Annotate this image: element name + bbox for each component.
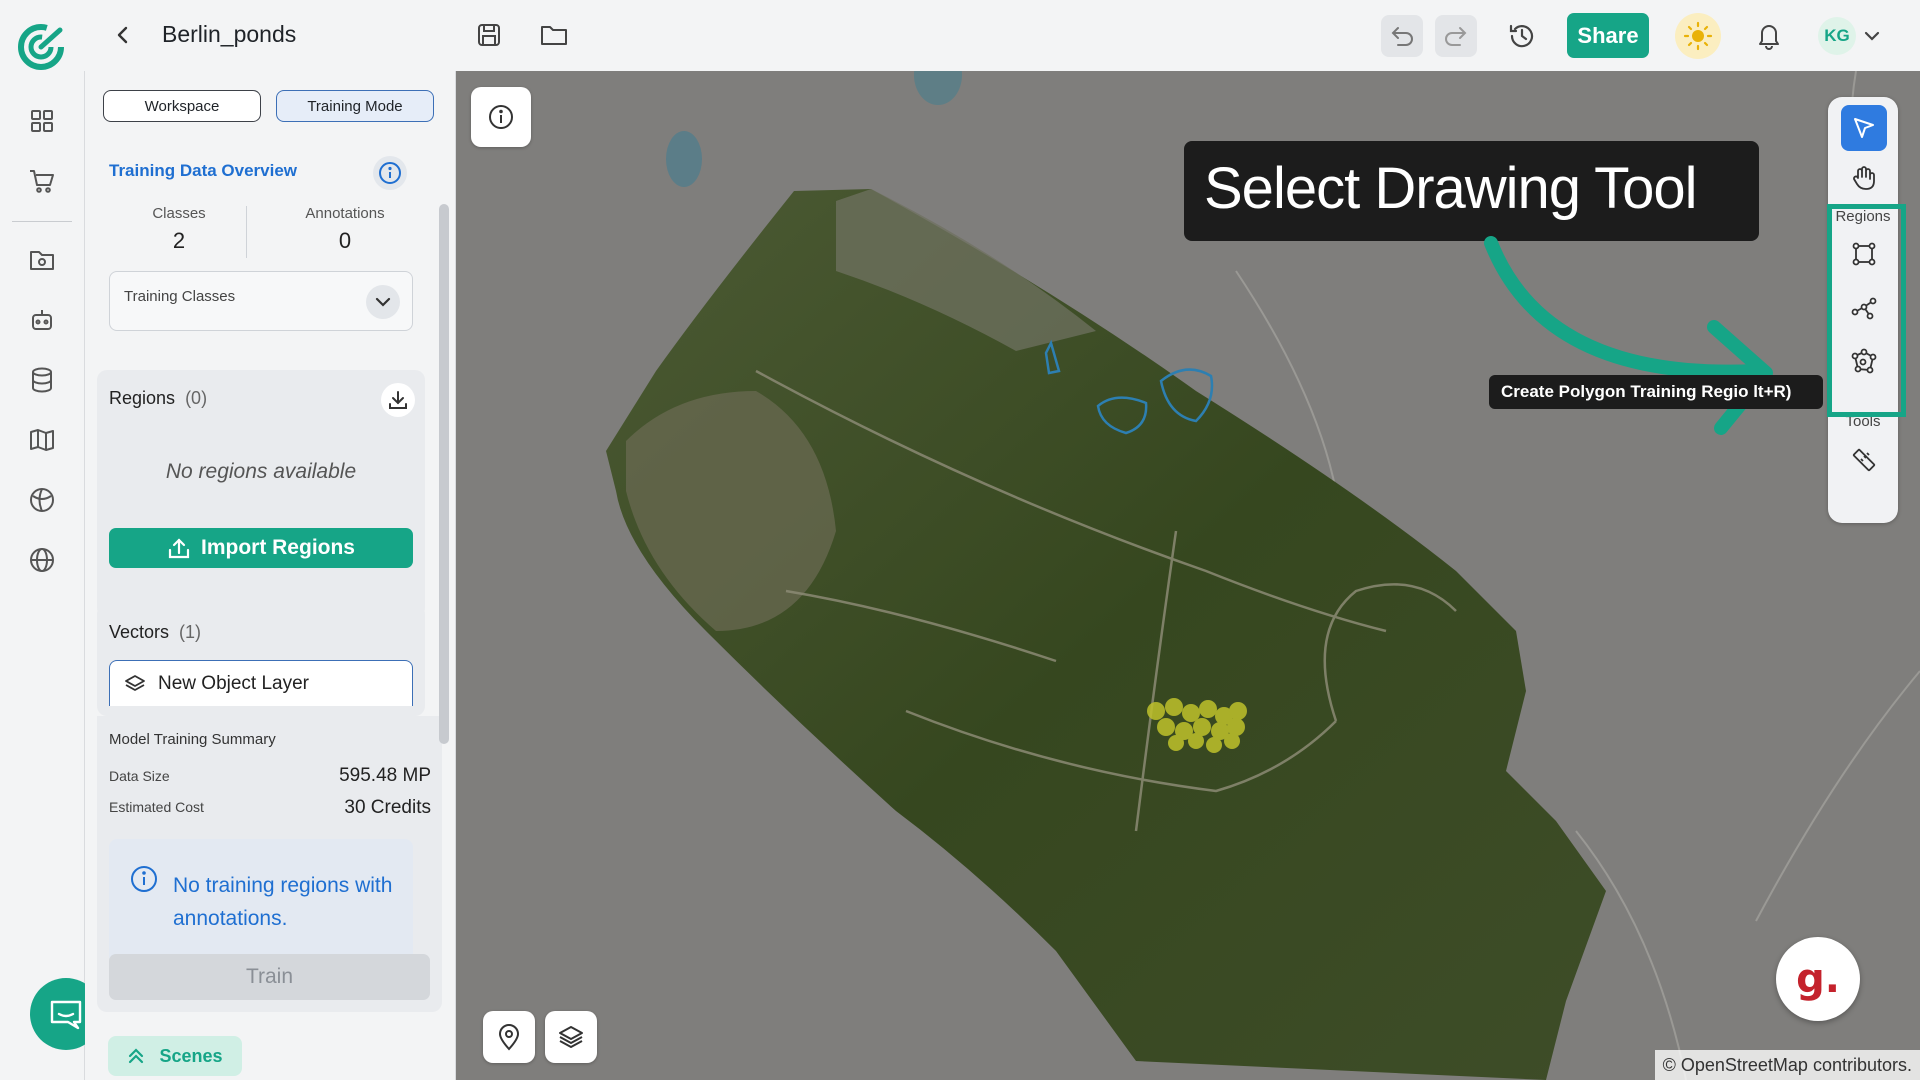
project-title: Berlin_ponds	[162, 21, 297, 47]
back-arrow-icon[interactable]	[108, 20, 138, 50]
regions-tools-highlight	[1827, 204, 1906, 417]
chat-icon	[48, 997, 84, 1031]
assistant-logo-text: g.	[1796, 956, 1840, 1002]
classes-label: Classes	[152, 205, 206, 222]
vectors-title: Vectors (1)	[109, 622, 201, 643]
panel-scrollbar[interactable]	[439, 204, 449, 744]
select-tool-button[interactable]	[1841, 105, 1887, 151]
ruler-icon	[1850, 446, 1878, 474]
chevron-down-icon[interactable]	[366, 285, 400, 319]
map-attribution[interactable]: © OpenStreetMap contributors.	[1654, 1050, 1920, 1080]
nav-rail	[0, 71, 85, 1080]
classes-value: 2	[172, 228, 186, 253]
double-chevron-up-icon	[127, 1047, 145, 1065]
globe-icon[interactable]	[26, 544, 58, 576]
avatar: KG	[1818, 17, 1856, 55]
sun-icon	[1683, 21, 1713, 51]
database-icon[interactable]	[26, 364, 58, 396]
robot-icon[interactable]	[26, 304, 58, 336]
bell-icon[interactable]	[1752, 18, 1786, 52]
notice-text: No training regions with annotations.	[173, 874, 393, 930]
nav-divider	[12, 221, 72, 222]
chevron-down-icon	[1864, 30, 1880, 42]
data-size-label: Data Size	[109, 768, 170, 784]
vectors-title-text: Vectors	[109, 622, 170, 642]
vectors-count: (1)	[179, 622, 202, 642]
training-classes-dropdown[interactable]: Training Classes	[109, 271, 413, 331]
regions-count: (0)	[185, 388, 208, 408]
stat-divider	[246, 206, 247, 258]
project-folder-icon[interactable]	[26, 244, 58, 276]
theme-toggle-button[interactable]	[1675, 13, 1721, 59]
map-icon[interactable]	[26, 424, 58, 456]
satellite-icon[interactable]	[26, 484, 58, 516]
info-icon	[130, 865, 158, 893]
scenes-button[interactable]: Scenes	[108, 1036, 242, 1076]
hand-icon	[1850, 164, 1878, 192]
polygon-tool-tooltip: Create Polygon Training Regio lt+R)	[1489, 375, 1823, 409]
workspace-mode-button[interactable]: Workspace	[103, 90, 261, 122]
no-regions-message: No regions available	[165, 460, 357, 483]
history-icon	[1507, 21, 1537, 51]
undo-button[interactable]	[1381, 15, 1423, 57]
training-classes-label: Training Classes	[124, 288, 236, 305]
cost-label: Estimated Cost	[109, 799, 204, 815]
regions-title: Regions (0)	[109, 388, 207, 409]
summary-title: Model Training Summary	[109, 731, 276, 748]
training-mode-button[interactable]: Training Mode	[276, 90, 434, 122]
import-regions-button[interactable]: Import Regions	[109, 528, 413, 568]
redo-button[interactable]	[1435, 15, 1477, 57]
upload-icon	[167, 536, 191, 560]
regions-title-text: Regions	[109, 388, 176, 408]
measure-tool-button[interactable]	[1841, 437, 1887, 483]
assistant-logo-button[interactable]: g.	[1776, 937, 1860, 1021]
vector-layer-name: New Object Layer	[158, 672, 310, 694]
regions-card: Regions (0) No regions available	[97, 370, 425, 618]
annotations-stat: Annotations 0	[275, 205, 415, 254]
top-bar: Berlin_ponds Share KG	[0, 0, 1920, 71]
classes-stat: Classes 2	[109, 205, 249, 254]
cursor-arrow-icon	[1851, 115, 1877, 141]
training-overview-title: Training Data Overview	[109, 161, 298, 180]
annotations-label: Annotations	[305, 205, 385, 222]
layers-icon	[124, 673, 146, 695]
share-button[interactable]: Share	[1567, 13, 1649, 58]
map-canvas[interactable]: Select Drawing Tool Create Polygon Train…	[456, 71, 1920, 1080]
pan-tool-button[interactable]	[1841, 155, 1887, 201]
download-icon[interactable]	[381, 383, 415, 417]
tutorial-arrow-icon	[1484, 236, 1773, 435]
dashboard-icon[interactable]	[26, 105, 58, 137]
scenes-label: Scenes	[159, 1045, 223, 1066]
data-size-value: 595.48 MP	[339, 765, 431, 786]
info-icon[interactable]	[373, 156, 407, 190]
app-logo-icon[interactable]	[16, 22, 66, 72]
import-regions-label: Import Regions	[200, 536, 355, 559]
save-icon[interactable]	[472, 18, 506, 52]
folder-icon[interactable]	[537, 18, 571, 52]
vector-layer-item[interactable]: New Object Layer	[109, 660, 413, 706]
cost-value: 30 Credits	[344, 797, 431, 818]
history-button[interactable]	[1501, 15, 1543, 57]
undo-icon	[1388, 25, 1416, 47]
annotations-value: 0	[338, 228, 352, 253]
train-button[interactable]: Train	[109, 954, 430, 1000]
cart-icon[interactable]	[26, 165, 58, 197]
redo-icon	[1442, 25, 1470, 47]
training-panel: Workspace Training Mode Training Data Ov…	[85, 71, 456, 1080]
training-notice: No training regions with annotations.	[109, 839, 413, 964]
user-menu[interactable]: KG	[1818, 16, 1884, 56]
